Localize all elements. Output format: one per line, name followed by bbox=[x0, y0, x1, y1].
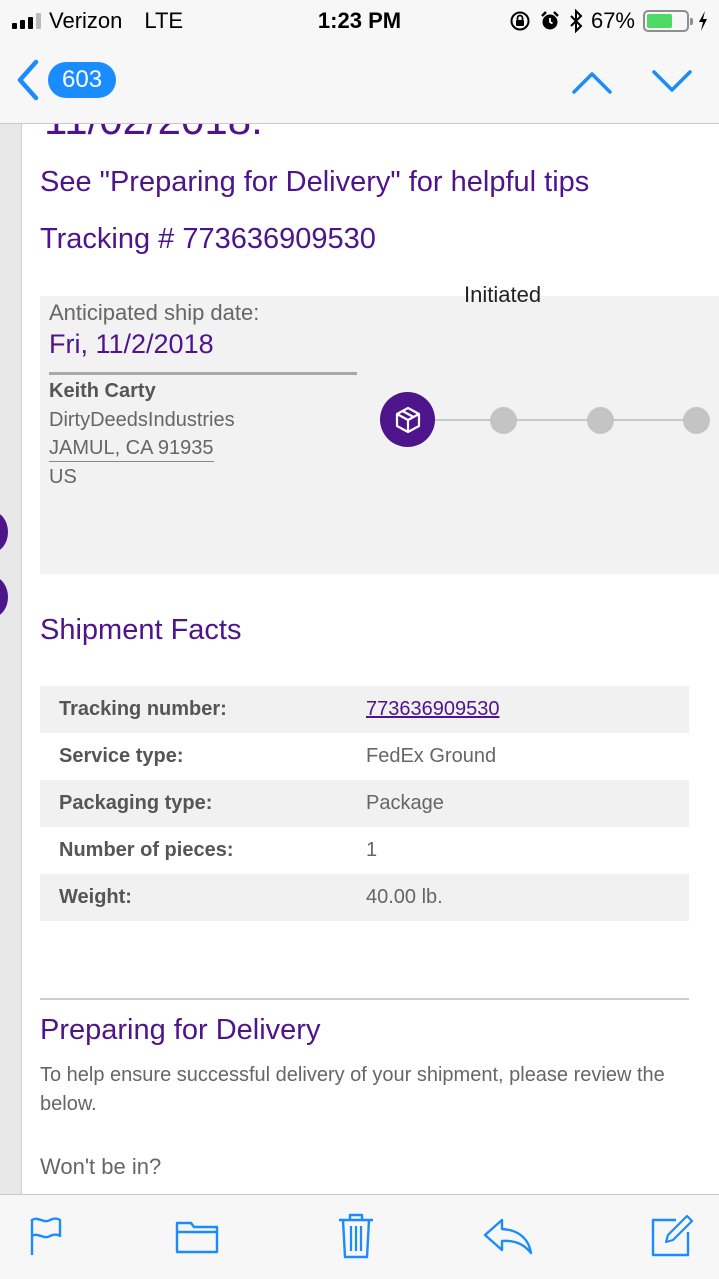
divider bbox=[49, 372, 357, 375]
table-row: Packaging type: Package bbox=[40, 780, 689, 827]
progress-step bbox=[683, 407, 710, 434]
flag-icon bbox=[30, 1217, 62, 1255]
compose-icon bbox=[651, 1214, 694, 1257]
shipment-facts-table: Tracking number: 773636909530 Service ty… bbox=[40, 686, 689, 921]
fact-key: Packaging type: bbox=[59, 792, 213, 814]
tracking-heading: Tracking # 773636909530 bbox=[40, 223, 376, 255]
battery-icon bbox=[643, 10, 693, 32]
fact-value: FedEx Ground bbox=[366, 745, 497, 767]
folder-icon bbox=[175, 1221, 219, 1254]
recipient-country: US bbox=[49, 466, 77, 488]
chevron-up-icon[interactable] bbox=[571, 62, 613, 102]
progress-step bbox=[490, 407, 517, 434]
message-nav bbox=[571, 62, 693, 102]
fact-value: Package bbox=[366, 792, 444, 814]
fact-value: 1 bbox=[366, 839, 378, 861]
fact-key: Service type: bbox=[59, 745, 184, 767]
preparing-title: Preparing for Delivery bbox=[40, 1014, 321, 1046]
chevron-left-icon bbox=[17, 59, 39, 101]
mail-nav-bar: 603 bbox=[0, 40, 719, 124]
recipient-company: DirtyDeedsIndustries bbox=[49, 409, 235, 431]
table-row: Number of pieces: 1 bbox=[40, 827, 689, 874]
edge-dot bbox=[0, 512, 8, 552]
shipment-progress bbox=[380, 392, 719, 452]
anticipated-label: Anticipated ship date: bbox=[49, 300, 260, 325]
progress-status-label: Initiated bbox=[464, 282, 542, 307]
anticipated-date: Fri, 11/2/2018 bbox=[49, 329, 214, 359]
rotation-lock-icon bbox=[510, 11, 530, 31]
email-body[interactable]: 11/02/2018. See "Preparing for Delivery"… bbox=[22, 124, 719, 1194]
preparing-tips-line: See "Preparing for Delivery" for helpful… bbox=[40, 166, 590, 198]
left-edge-strip bbox=[0, 124, 22, 1194]
compose-button[interactable] bbox=[650, 1213, 694, 1259]
shipment-panel: Anticipated ship date: Fri, 11/2/2018 Ke… bbox=[40, 296, 719, 574]
charging-icon bbox=[699, 11, 707, 31]
reply-button[interactable] bbox=[482, 1213, 534, 1259]
progress-track bbox=[430, 419, 710, 421]
table-row: Service type: FedEx Ground bbox=[40, 733, 689, 780]
reply-icon bbox=[483, 1218, 533, 1255]
progress-step-current bbox=[380, 392, 435, 447]
table-row: Weight: 40.00 lb. bbox=[40, 874, 689, 921]
fact-key: Weight: bbox=[59, 886, 132, 908]
move-to-folder-button[interactable] bbox=[175, 1213, 219, 1259]
back-button[interactable]: 603 bbox=[14, 58, 117, 102]
recipient-name: Keith Carty bbox=[49, 380, 156, 402]
status-right: 67% bbox=[509, 8, 709, 34]
package-icon bbox=[395, 406, 420, 433]
shipment-facts-title: Shipment Facts bbox=[40, 614, 242, 646]
back-count-badge: 603 bbox=[48, 62, 117, 98]
fact-key: Number of pieces: bbox=[59, 839, 234, 861]
cut-off-date-heading: 11/02/2018. bbox=[44, 124, 263, 144]
mail-toolbar bbox=[0, 1194, 719, 1279]
preparing-text: To help ensure successful delivery of yo… bbox=[40, 1064, 665, 1115]
chevron-down-icon[interactable] bbox=[651, 62, 693, 102]
recipient-city[interactable]: JAMUL, CA 91935 bbox=[49, 437, 214, 462]
section-divider bbox=[40, 998, 689, 1000]
edge-dot bbox=[0, 577, 8, 617]
tracking-number-link[interactable]: 773636909530 bbox=[366, 698, 689, 721]
bluetooth-icon bbox=[570, 9, 583, 33]
alarm-icon bbox=[541, 11, 559, 30]
battery-percent: 67% bbox=[590, 8, 635, 33]
flag-button[interactable] bbox=[24, 1213, 68, 1259]
fact-value: 40.00 lb. bbox=[366, 886, 443, 908]
table-row: Tracking number: 773636909530 bbox=[40, 686, 689, 733]
fact-key: Tracking number: bbox=[59, 698, 227, 720]
status-bar: Verizon LTE 1:23 PM 67% bbox=[0, 0, 719, 40]
progress-step bbox=[587, 407, 614, 434]
wont-be-in-heading: Won't be in? bbox=[40, 1154, 162, 1179]
trash-icon bbox=[339, 1213, 373, 1259]
trash-button[interactable] bbox=[334, 1213, 378, 1259]
